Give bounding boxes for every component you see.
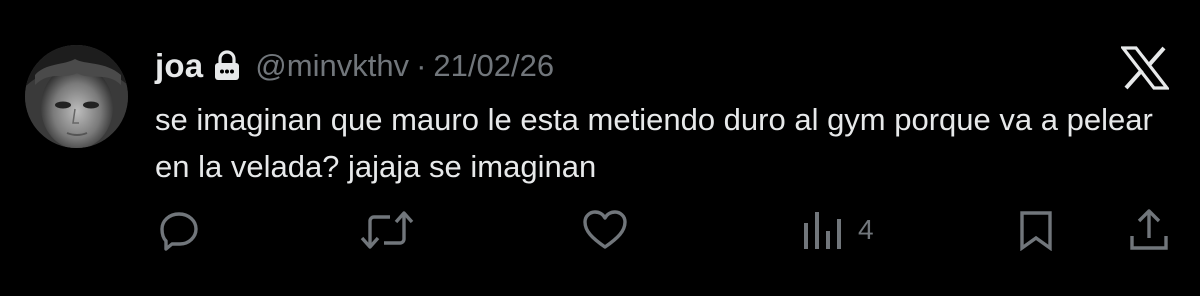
display-name[interactable]: joa bbox=[155, 47, 203, 85]
like-icon bbox=[583, 210, 627, 249]
views-count: 4 bbox=[858, 214, 874, 245]
tweet-actions: 4 bbox=[0, 205, 1200, 255]
bookmark-icon bbox=[1020, 211, 1052, 251]
separator-dot: · bbox=[416, 48, 427, 83]
user-handle[interactable]: @minvkthv bbox=[255, 48, 409, 84]
tweet-header: joa @minvkthv · 21/02/26 bbox=[155, 44, 554, 88]
retweet-icon bbox=[360, 211, 414, 249]
views-icon bbox=[804, 212, 841, 249]
lock-icon bbox=[213, 50, 241, 82]
views-button[interactable]: 4 bbox=[802, 205, 874, 255]
tweet-date[interactable]: 21/02/26 bbox=[433, 48, 554, 84]
share-icon bbox=[1130, 209, 1168, 250]
share-button[interactable] bbox=[1128, 205, 1170, 255]
like-button[interactable] bbox=[582, 205, 628, 255]
tweet-card[interactable]: joa @minvkthv · 21/02/26 se imaginan que… bbox=[0, 0, 1200, 296]
avatar[interactable] bbox=[25, 45, 128, 148]
x-logo-icon bbox=[1119, 46, 1171, 90]
tweet-text: se imaginan que mauro le esta metiendo d… bbox=[155, 102, 1153, 184]
reply-icon bbox=[160, 212, 198, 251]
retweet-button[interactable] bbox=[358, 205, 416, 255]
reply-button[interactable] bbox=[158, 205, 200, 255]
bookmark-button[interactable] bbox=[1016, 205, 1056, 255]
